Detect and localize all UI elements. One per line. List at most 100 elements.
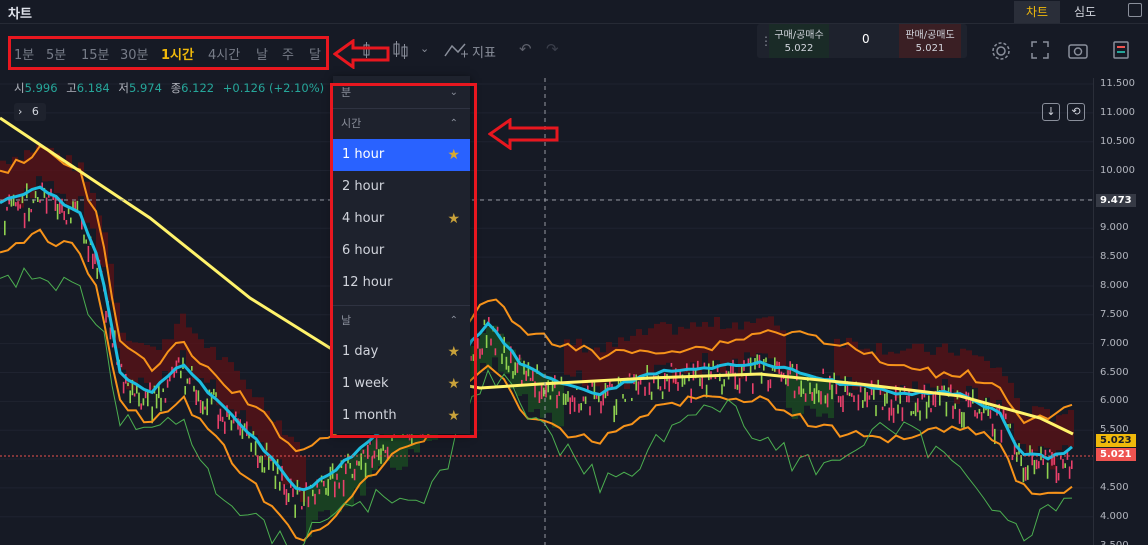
candle <box>930 408 932 413</box>
price-chart[interactable] <box>0 78 1148 545</box>
candle <box>532 370 534 382</box>
candle <box>164 398 167 403</box>
candle <box>800 380 802 397</box>
scroll-to-latest-icon[interactable]: ↓ <box>1042 103 1060 121</box>
tab-chart[interactable]: 차트 <box>1014 1 1060 23</box>
ichimoku-cloud-segment <box>606 342 612 383</box>
candle <box>721 384 723 395</box>
candle <box>23 212 26 229</box>
candle <box>92 253 94 269</box>
candle <box>1064 463 1066 468</box>
candle <box>1057 472 1060 481</box>
candle <box>890 399 893 416</box>
candle <box>279 481 281 491</box>
ichimoku-cloud-segment <box>366 444 372 478</box>
undo-icon[interactable]: ↶ <box>519 40 532 58</box>
candle <box>180 370 182 379</box>
ichimoku-cloud-segment <box>918 343 924 390</box>
candle <box>221 416 224 423</box>
ichimoku-cloud-segment <box>486 327 492 370</box>
candle <box>833 372 835 380</box>
candle <box>525 370 527 381</box>
camera-icon[interactable] <box>1067 40 1089 60</box>
candle <box>382 444 384 451</box>
ichimoku-cloud-segment <box>252 397 258 436</box>
price-tick: 8.500 <box>1100 251 1129 263</box>
ichimoku-cloud-segment <box>690 322 696 363</box>
candle <box>826 393 829 408</box>
candle <box>936 385 939 392</box>
candle <box>690 388 692 403</box>
candle <box>138 392 140 407</box>
candle <box>65 219 68 225</box>
candle <box>624 398 626 402</box>
candle <box>292 488 294 498</box>
indicators-icon[interactable] <box>443 40 469 60</box>
candle <box>303 489 305 506</box>
indicators-button[interactable]: 지표 <box>472 42 496 61</box>
ichimoku-cloud-segment <box>24 150 30 189</box>
candle <box>378 449 380 461</box>
ichimoku-cloud-segment <box>762 317 768 354</box>
redo-icon[interactable]: ↷ <box>546 40 559 58</box>
candle <box>598 395 600 403</box>
price-tick: 7.500 <box>1100 308 1129 320</box>
indicators-collapse-button[interactable]: › 6 <box>14 103 46 121</box>
settings-gear-icon[interactable] <box>990 40 1012 62</box>
candle <box>358 461 360 466</box>
candle <box>1071 460 1073 469</box>
maximize-icon[interactable] <box>1030 40 1050 60</box>
ichimoku-cloud-segment <box>222 357 228 407</box>
ichimoku-cloud-segment <box>936 347 942 389</box>
candle <box>664 373 666 390</box>
candle <box>551 379 554 392</box>
candle <box>507 365 510 373</box>
price-tick: 11.000 <box>1100 106 1135 118</box>
candle <box>635 374 637 391</box>
tab-depth[interactable]: 심도 <box>1062 1 1108 23</box>
candle <box>188 377 191 385</box>
top-header: 차트 차트 심도 <box>0 0 1148 24</box>
candle <box>589 406 591 416</box>
ichimoku-cloud-segment <box>636 329 642 377</box>
order-quantity[interactable]: 0 <box>862 32 870 46</box>
candle <box>963 412 965 429</box>
ichimoku-cloud-segment <box>42 146 48 182</box>
ichimoku-cloud-segment <box>258 397 264 443</box>
candle <box>925 401 928 419</box>
sell-button[interactable]: 판매/공매도 5.021 <box>899 24 961 58</box>
legend-high: 6.184 <box>76 81 110 95</box>
candle <box>177 357 180 363</box>
legend-low-key: 저 <box>118 81 129 95</box>
candle <box>980 411 983 421</box>
candle <box>961 411 963 428</box>
chevron-down-icon[interactable]: ⌄ <box>420 42 429 55</box>
ichimoku-cloud-segment <box>726 328 732 363</box>
reset-chart-icon[interactable]: ⟲ <box>1067 103 1085 121</box>
candle <box>294 504 296 518</box>
candle <box>494 348 497 356</box>
candle <box>600 401 602 414</box>
candle <box>1051 452 1053 466</box>
candle <box>1042 458 1044 465</box>
candle <box>831 384 833 400</box>
buy-button[interactable]: 구매/공매수 5.022 <box>769 24 829 58</box>
candle <box>644 386 646 396</box>
legend-close-key: 종 <box>170 81 182 95</box>
candle <box>989 410 992 419</box>
price-axis[interactable]: 11.50011.00010.50010.0009.5009.0008.5008… <box>1093 78 1148 545</box>
candle <box>219 408 222 422</box>
order-lines-icon[interactable] <box>1112 40 1134 60</box>
ichimoku-cloud-segment <box>654 323 660 365</box>
candle <box>791 363 794 368</box>
candle <box>1062 459 1064 469</box>
fullscreen-icon[interactable] <box>1128 3 1142 17</box>
candle <box>230 420 233 431</box>
candle <box>70 217 72 224</box>
candle <box>813 388 816 404</box>
candle <box>481 348 483 355</box>
ichimoku-cloud-segment <box>138 342 144 378</box>
candle <box>811 392 813 401</box>
candle <box>804 393 807 402</box>
chevron-right-icon: › <box>18 105 23 118</box>
